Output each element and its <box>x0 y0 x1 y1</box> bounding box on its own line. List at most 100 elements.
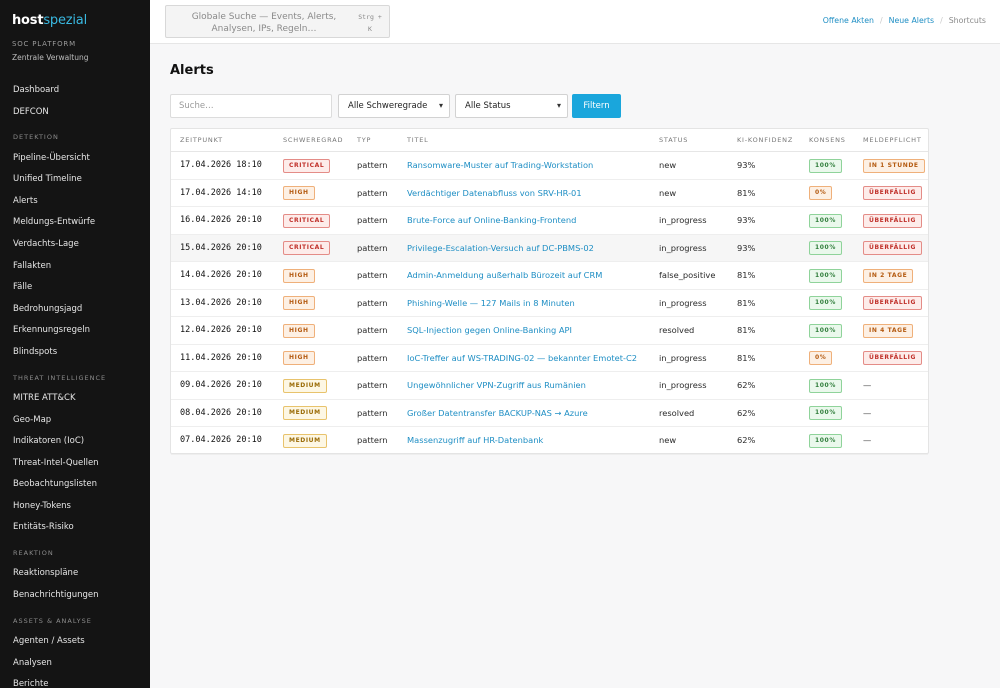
sidebar-item-blindspots[interactable]: Blindspots <box>0 342 150 364</box>
cell-titel: Privilege-Escalation-Versuch auf DC-PBMS… <box>407 235 594 263</box>
global-search-input[interactable]: Globale Suche — Events, Alerts, Analysen… <box>165 5 390 38</box>
cell-status: resolved <box>659 325 695 335</box>
alert-title-link[interactable]: IoC-Treffer auf WS-TRADING-02 — bekannte… <box>407 353 637 363</box>
offene-akten-link[interactable]: Offene Akten <box>823 16 874 25</box>
search-input[interactable]: Suche… <box>170 94 332 118</box>
col-typ-header[interactable]: TYP <box>357 129 371 152</box>
table-row[interactable]: 07.04.2026 20:10 MEDIUM pattern Massenzugri… <box>171 427 928 455</box>
col-meldepflicht-header[interactable]: MELDEPFLICHT <box>863 129 922 152</box>
cell-konsens: 100% <box>809 427 842 455</box>
alert-title-link[interactable]: Verdächtiger Datenabfluss von SRV-HR-01 <box>407 188 582 198</box>
sidebar-item-threat-intel-quellen[interactable]: Threat-Intel-Quellen <box>0 453 150 475</box>
table-row[interactable]: 08.04.2026 20:10 MEDIUM pattern Großer Date… <box>171 400 928 427</box>
cell-konsens: 100% <box>809 235 842 263</box>
alert-title-link[interactable]: SQL-Injection gegen Online-Banking API <box>407 325 572 335</box>
table-row[interactable]: 16.04.2026 20:10 CRITICAL pattern Brute-For… <box>171 207 928 235</box>
table-row[interactable]: 17.04.2026 14:10 HIGH pattern Verdächtiger … <box>171 180 928 208</box>
topbar: Globale Suche — Events, Alerts, Analysen… <box>150 0 1000 44</box>
table-row[interactable]: 13.04.2026 20:10 HIGH pattern Phishing-Well… <box>171 290 928 318</box>
cell-zeitpunkt: 09.04.2026 20:10 <box>180 380 262 390</box>
cell-titel: Phishing-Welle — 127 Mails in 8 Minuten <box>407 290 575 318</box>
sidebar-item-unified-timeline[interactable]: Unified Timeline <box>0 169 150 191</box>
table-row[interactable]: 17.04.2026 18:10 CRITICAL pattern Ransomwar… <box>171 152 928 180</box>
alert-title-link[interactable]: Massenzugriff auf HR-Datenbank <box>407 435 543 445</box>
sidebar-item-benachrichtigungen[interactable]: Benachrichtigungen <box>0 585 150 607</box>
reporting-badge: IN 4 TAGE <box>863 323 914 338</box>
sidebar-item-analysen[interactable]: Analysen <box>0 653 150 675</box>
severity-select[interactable]: Alle Schweregrade ▾ <box>338 94 450 118</box>
severity-badge: HIGH <box>283 296 315 310</box>
neue-alerts-link[interactable]: Neue Alerts <box>889 16 934 25</box>
cell-zeitpunkt: 07.04.2026 20:10 <box>180 435 262 445</box>
platform-label: SOC PLATFORM <box>12 40 76 48</box>
admin-label: Zentrale Verwaltung <box>12 53 89 62</box>
sidebar-item-berichte[interactable]: Berichte <box>0 674 150 688</box>
sidebar-item-defcon[interactable]: DEFCON <box>0 102 150 124</box>
cell-konsens: 100% <box>809 317 842 345</box>
alert-title-link[interactable]: Privilege-Escalation-Versuch auf DC-PBMS… <box>407 243 594 253</box>
table-row[interactable]: 12.04.2026 20:10 HIGH pattern SQL-Injection… <box>171 317 928 345</box>
sidebar-item-entitaets-risiko[interactable]: Entitäts-Risiko <box>0 517 150 539</box>
sidebar-item-verdachts-lage[interactable]: Verdachts-Lage <box>0 234 150 256</box>
cell-meldepflicht: ÜBERFÄLLIG <box>863 207 923 235</box>
cell-ki-konfidenz: 93% <box>737 215 756 225</box>
cell-schweregrad: HIGH <box>283 180 315 208</box>
cell-titel: Ungewöhnlicher VPN-Zugriff aus Rumänien <box>407 372 586 400</box>
cell-meldepflicht: ÜBERFÄLLIG <box>863 180 923 208</box>
status-select[interactable]: Alle Status ▾ <box>455 94 568 118</box>
table-row[interactable]: 11.04.2026 20:10 HIGH pattern IoC-Treffer a… <box>171 345 928 372</box>
sidebar-item-agenten-assets[interactable]: Agenten / Assets <box>0 631 150 653</box>
reporting-badge: ÜBERFÄLLIG <box>863 213 923 228</box>
sidebar-item-beobachtungslisten[interactable]: Beobachtungslisten <box>0 474 150 496</box>
sidebar-item-dashboard[interactable]: Dashboard <box>0 80 150 102</box>
sidebar-item-reaktionsplaene[interactable]: Reaktionspläne <box>0 563 150 585</box>
sidebar-item-bedrohungsjagd[interactable]: Bedrohungsjagd <box>0 299 150 321</box>
sidebar-item-indikatoren[interactable]: Indikatoren (IoC) <box>0 431 150 453</box>
sidebar-item-pipeline-uebersicht[interactable]: Pipeline-Übersicht <box>0 148 150 170</box>
sidebar-item-erkennungsregeln[interactable]: Erkennungsregeln <box>0 320 150 342</box>
alert-title-link[interactable]: Ransomware-Muster auf Trading-Workstatio… <box>407 160 593 170</box>
shortcuts-link[interactable]: Shortcuts <box>949 16 986 25</box>
alert-title-link[interactable]: Ungewöhnlicher VPN-Zugriff aus Rumänien <box>407 380 586 390</box>
sidebar-item-fallakten[interactable]: Fallakten <box>0 256 150 278</box>
cell-status: new <box>659 187 677 198</box>
sidebar-item-alerts[interactable]: Alerts <box>0 191 150 213</box>
cell-typ: pattern <box>357 352 388 363</box>
consensus-badge: 100% <box>809 296 842 310</box>
col-konsens-header[interactable]: KONSENS <box>809 129 846 152</box>
reporting-badge: IN 1 STUNDE <box>863 158 925 173</box>
sidebar-item-mitre-attack[interactable]: MITRE ATT&CK <box>0 388 150 410</box>
sidebar-item-honey-tokens[interactable]: Honey-Tokens <box>0 496 150 518</box>
cell-status: in_progress <box>659 215 707 225</box>
sidebar-item-geo-map[interactable]: Geo-Map <box>0 410 150 432</box>
cell-typ: pattern <box>357 380 388 390</box>
filter-button[interactable]: Filtern <box>572 94 621 118</box>
col-status-header[interactable]: STATUS <box>659 129 688 152</box>
alert-title-link[interactable]: Admin-Anmeldung außerhalb Bürozeit auf C… <box>407 270 602 280</box>
top-links: Offene Akten / Neue Alerts / Shortcuts <box>823 16 986 25</box>
alert-title-link[interactable]: Phishing-Welle — 127 Mails in 8 Minuten <box>407 298 575 308</box>
table-row[interactable]: 09.04.2026 20:10 MEDIUM pattern Ungewöhnlic… <box>171 372 928 400</box>
alert-title-link[interactable]: Großer Datentransfer BACKUP-NAS → Azure <box>407 408 588 418</box>
sidebar-item-faelle[interactable]: Fälle <box>0 277 150 299</box>
cell-status: in_progress <box>659 352 707 363</box>
table-row[interactable]: 14.04.2026 20:10 HIGH pattern Admin-Anmeldu… <box>171 262 928 290</box>
cell-ki-konfidenz: 62% <box>737 407 756 418</box>
severity-badge: MEDIUM <box>283 378 327 393</box>
brand-logo[interactable]: hostspezial <box>12 13 87 28</box>
cell-typ: pattern <box>357 435 388 445</box>
alert-title-link[interactable]: Brute-Force auf Online-Banking-Frontend <box>407 215 576 225</box>
cell-ki-konfidenz: 93% <box>737 160 756 170</box>
col-titel-header[interactable]: TITEL <box>407 129 429 152</box>
table-row[interactable]: 15.04.2026 20:10 CRITICAL pattern Privilege… <box>171 234 928 263</box>
sidebar-item-meldungs-entwuerfe[interactable]: Meldungs-Entwürfe <box>0 212 150 234</box>
col-zeitpunkt-header[interactable]: ZEITPUNKT <box>180 129 223 152</box>
chevron-down-icon: ▾ <box>556 101 561 110</box>
sidebar: hostspezial SOC PLATFORM Zentrale Verwal… <box>0 0 150 688</box>
reporting-empty: — <box>863 435 872 445</box>
brand-part2: spezial <box>43 13 87 28</box>
cell-status: in_progress <box>659 380 707 390</box>
consensus-badge: 100% <box>809 433 842 448</box>
col-schweregrad-header[interactable]: SCHWEREGRAD <box>283 129 343 152</box>
col-ki-konfidenz-header[interactable]: KI-KONFIDENZ <box>737 129 793 152</box>
